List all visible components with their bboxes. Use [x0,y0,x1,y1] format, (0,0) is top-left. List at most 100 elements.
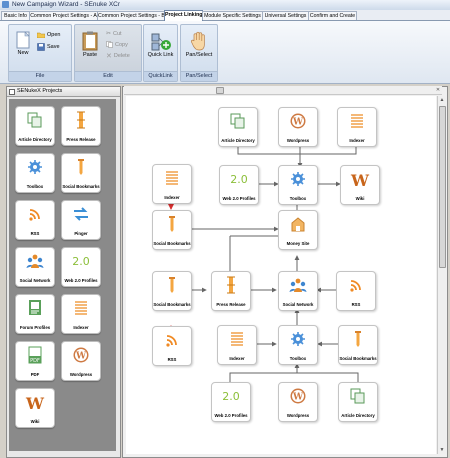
palette-item-label: Wordpress [69,372,93,377]
open-folder-icon [37,32,45,38]
canvas-node-wordpress[interactable]: W Wordpress [278,107,318,147]
palette-item-label: Indexer [73,325,89,330]
tab-basic-info[interactable]: Basic Info [1,11,30,20]
tab-project-linking[interactable]: Project Linking [164,10,203,21]
open-button[interactable]: Open [37,31,60,38]
canvas-node-web-2-0-profiles[interactable]: 2.0 Web 2.0 Profiles [211,382,251,422]
scroll-up-icon[interactable]: ▲ [439,97,445,103]
canvas-node-label: Indexer [164,195,180,200]
pan-select-button[interactable]: Pan/Select [183,31,215,58]
paste-button[interactable]: Paste [79,31,101,58]
tab-strip: Basic Info Common Project Settings - A C… [0,10,450,21]
indexer-icon [153,169,191,189]
canvas-node-article-directory[interactable]: Article Directory [338,382,378,422]
palette-item-wordpress[interactable]: W Wordpress [61,341,101,381]
canvas-node-press-release[interactable]: Press Release [211,271,251,311]
project-palette: Article Directory Press Release Toolbox Soc… [9,99,116,451]
web20-icon: 2.0 [220,170,258,190]
tab-confirm-create[interactable]: Confirm and Create [308,11,357,20]
canvas-node-social-bookmarks[interactable]: Social Bookmarks [338,325,378,365]
canvas-node-wordpress[interactable]: W Wordpress [278,382,318,422]
tab-universal-settings[interactable]: Universal Settings [262,11,309,20]
palette-item-social-network[interactable]: Social Network [15,247,55,287]
palette-item-label: Article Directory [18,137,52,142]
copy-button[interactable]: Copy [106,41,128,48]
paste-label: Paste [82,52,98,58]
canvas-node-rss[interactable]: RSS [336,271,376,311]
canvas-node-indexer[interactable]: Indexer [337,107,377,147]
horizontal-scrollbar[interactable]: ✕ [124,86,442,95]
tab-common-settings-b[interactable]: Common Project Settings - B [97,11,165,20]
palette-item-pinger[interactable]: Pinger [61,200,101,240]
save-disk-icon [37,43,45,51]
panselect-group: Pan/Select Pan/Select [180,24,218,82]
palette-item-label: Wiki [30,419,40,424]
canvas-node-label: RSS [351,302,361,307]
scroll-down-icon[interactable]: ▼ [439,447,445,453]
svg-text:W: W [75,352,87,362]
article-directory-icon [16,111,54,131]
collapse-icon[interactable] [9,89,15,95]
quick-link-button[interactable]: Quick Link [145,33,176,58]
wiki-icon: W [16,393,54,415]
palette-item-forum-profiles[interactable]: Forum Profiles [15,294,55,334]
canvas-node-label: Indexer [229,356,245,361]
canvas-node-label: Press Release [216,302,246,307]
canvas-node-money-site[interactable]: Money Site [278,210,318,250]
canvas-node-label: Toolbox [289,356,307,361]
canvas-node-toolbox[interactable]: Toolbox [278,165,318,205]
save-button[interactable]: Save [37,43,60,51]
new-button[interactable]: New [15,31,31,56]
palette-item-press-release[interactable]: Press Release [61,106,101,146]
vertical-scrollbar[interactable]: ▲ ▼ [437,96,446,454]
palette-item-wiki[interactable]: W Wiki [15,388,55,428]
forum-profiles-icon [16,299,54,319]
close-canvas-icon[interactable]: ✕ [435,87,441,93]
canvas-node-indexer[interactable]: Indexer [152,164,192,204]
canvas-node-social-network[interactable]: Social Network [278,271,318,311]
horizontal-scroll-thumb[interactable] [216,87,224,94]
canvas-node-social-bookmarks[interactable]: Social Bookmarks [152,210,192,250]
indexer-icon [62,299,100,319]
palette-item-social-bookmarks[interactable]: Social Bookmarks [61,153,101,193]
rss-icon [337,276,375,296]
canvas-node-label: Social Network [282,302,314,307]
palette-item-indexer[interactable]: Indexer [61,294,101,334]
cut-button[interactable]: ✂ Cut [106,30,122,38]
palette-item-pdf[interactable]: PDF PDF [15,341,55,381]
canvas-node-label: Article Directory [341,413,375,418]
canvas-node-web-2-0-profiles[interactable]: 2.0 Web 2.0 Profiles [219,165,259,205]
svg-text:2.0: 2.0 [72,255,90,268]
edit-group-label: Edit [75,71,141,81]
article-directory-icon [219,112,257,132]
canvas-node-social-bookmarks[interactable]: Social Bookmarks [152,271,192,311]
tab-common-settings-a[interactable]: Common Project Settings - A [29,11,98,20]
copy-icon [106,41,113,48]
svg-text:2.0: 2.0 [230,173,248,186]
canvas-node-toolbox[interactable]: Toolbox [278,325,318,365]
canvas-node-article-directory[interactable]: Article Directory [218,107,258,147]
canvas-node-rss[interactable]: RSS [152,326,192,366]
palette-item-article-directory[interactable]: Article Directory [15,106,55,146]
toolbox-icon [279,170,317,190]
palette-item-web-2-0-profiles[interactable]: 2.0 Web 2.0 Profiles [61,247,101,287]
projects-panel-header: SENukeX Projects [7,87,120,97]
vertical-scroll-thumb[interactable] [439,106,446,268]
canvas-node-indexer[interactable]: Indexer [217,325,257,365]
canvas-node-wiki[interactable]: W Wiki [340,165,380,205]
canvas-node-label: Social Bookmarks [339,356,377,361]
window-title: New Campaign Wizard - SEnuke XCr [12,1,121,8]
rss-icon [153,331,191,351]
social-bookmarks-icon [62,158,100,178]
delete-button[interactable]: ✕ Delete [106,52,130,60]
palette-item-label: Forum Profiles [19,325,51,330]
linking-canvas[interactable]: Article Directory W Wordpress Indexer Indexe… [126,96,436,454]
money-site-icon [279,215,317,235]
web20-icon: 2.0 [62,252,100,272]
palette-item-label: Social Network [19,278,51,283]
palette-item-label: PDF [30,372,40,377]
tab-module-specific[interactable]: Module Specific Settings [202,11,263,20]
palette-item-label: RSS [30,231,40,236]
palette-item-rss[interactable]: RSS [15,200,55,240]
palette-item-toolbox[interactable]: Toolbox [15,153,55,193]
